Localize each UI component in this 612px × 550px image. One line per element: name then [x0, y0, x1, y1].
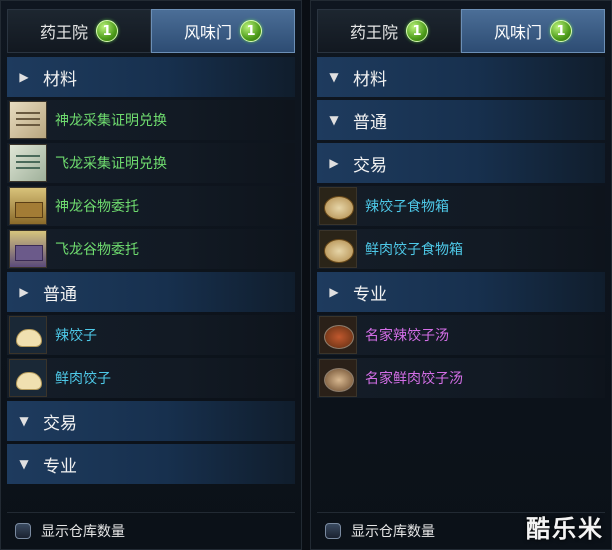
- list-item[interactable]: 鲜肉饺子食物箱: [317, 229, 605, 269]
- category-professional[interactable]: ▼ 专业: [7, 444, 295, 484]
- category-professional[interactable]: ▶ 专业: [317, 272, 605, 312]
- list-item[interactable]: 名家鲜肉饺子汤: [317, 358, 605, 398]
- triangle-right-icon: ▶: [19, 285, 29, 299]
- list-item[interactable]: 辣饺子: [7, 315, 295, 355]
- tab-fengweimen[interactable]: 风味门 1: [461, 9, 605, 53]
- right-recipe-panel: 药王院 1 风味门 1 ▼ 材料 ▼ 普通 ▶ 交易 辣饺子食物箱 鲜肉饺子食物…: [310, 0, 612, 550]
- category-common[interactable]: ▶ 普通: [7, 272, 295, 312]
- category-materials[interactable]: ▼ 材料: [317, 57, 605, 97]
- count-badge: 1: [96, 20, 118, 42]
- checkbox-label: 显示仓库数量: [41, 524, 125, 540]
- category-materials[interactable]: ▶ 材料: [7, 57, 295, 97]
- tab-label: 风味门: [493, 23, 542, 42]
- item-label: 飞龙谷物委托: [55, 242, 139, 258]
- category-trade[interactable]: ▼ 交易: [7, 401, 295, 441]
- triangle-down-icon: ▼: [19, 414, 29, 428]
- item-label: 名家辣饺子汤: [365, 328, 449, 344]
- triangle-down-icon: ▼: [19, 457, 29, 471]
- category-label: 普通: [43, 284, 77, 305]
- count-badge: 1: [240, 20, 262, 42]
- checkbox-label: 显示仓库数量: [351, 524, 435, 540]
- list-item[interactable]: 神龙采集证明兑换: [7, 100, 295, 140]
- list-item[interactable]: 飞龙采集证明兑换: [7, 143, 295, 183]
- left-recipe-panel: 药王院 1 风味门 1 ▶ 材料 神龙采集证明兑换 飞龙采集证明兑换 神龙谷物委…: [0, 0, 302, 550]
- tab-label: 风味门: [183, 23, 232, 42]
- category-label: 交易: [353, 155, 387, 176]
- category-common[interactable]: ▼ 普通: [317, 100, 605, 140]
- tab-label: 药王院: [39, 23, 88, 42]
- count-badge: 1: [550, 20, 572, 42]
- item-label: 鲜肉饺子食物箱: [365, 242, 463, 258]
- item-label: 神龙谷物委托: [55, 199, 139, 215]
- faction-tabs: 药王院 1 风味门 1: [7, 9, 295, 53]
- triangle-down-icon: ▼: [329, 70, 339, 84]
- grain-box-icon: [9, 230, 47, 268]
- list-item[interactable]: 辣饺子食物箱: [317, 186, 605, 226]
- list-item[interactable]: 名家辣饺子汤: [317, 315, 605, 355]
- list-item[interactable]: 飞龙谷物委托: [7, 229, 295, 269]
- tab-yaowangyuan[interactable]: 药王院 1: [7, 9, 151, 53]
- item-label: 名家鲜肉饺子汤: [365, 371, 463, 387]
- faction-tabs: 药王院 1 风味门 1: [317, 9, 605, 53]
- triangle-right-icon: ▶: [329, 156, 339, 170]
- category-label: 材料: [353, 69, 387, 90]
- site-watermark: 酷乐米: [526, 515, 604, 543]
- show-storage-checkbox[interactable]: [15, 523, 31, 539]
- category-trade[interactable]: ▶ 交易: [317, 143, 605, 183]
- grain-box-icon: [9, 187, 47, 225]
- category-label: 专业: [43, 456, 77, 477]
- item-label: 辣饺子食物箱: [365, 199, 449, 215]
- category-label: 交易: [43, 413, 77, 434]
- steamer-icon: [319, 230, 357, 268]
- category-label: 材料: [43, 69, 77, 90]
- category-label: 普通: [353, 112, 387, 133]
- scroll-icon: [9, 101, 47, 139]
- item-label: 神龙采集证明兑换: [55, 113, 167, 129]
- item-label: 鲜肉饺子: [55, 371, 111, 387]
- item-label: 辣饺子: [55, 328, 97, 344]
- triangle-right-icon: ▶: [19, 70, 29, 84]
- footer-bar: 显示仓库数量: [7, 512, 295, 549]
- tab-fengweimen[interactable]: 风味门 1: [151, 9, 295, 53]
- soup-bowl-icon: [319, 316, 357, 354]
- recipe-list: ▶ 材料 神龙采集证明兑换 飞龙采集证明兑换 神龙谷物委托 飞龙谷物委托 ▶ 普…: [7, 57, 295, 487]
- steamer-icon: [319, 187, 357, 225]
- category-label: 专业: [353, 284, 387, 305]
- triangle-down-icon: ▼: [329, 113, 339, 127]
- tab-yaowangyuan[interactable]: 药王院 1: [317, 9, 461, 53]
- count-badge: 1: [406, 20, 428, 42]
- dumpling-icon: [9, 316, 47, 354]
- list-item[interactable]: 神龙谷物委托: [7, 186, 295, 226]
- tab-label: 药王院: [349, 23, 398, 42]
- dumpling-icon: [9, 359, 47, 397]
- item-label: 飞龙采集证明兑换: [55, 156, 167, 172]
- scroll-icon: [9, 144, 47, 182]
- show-storage-checkbox[interactable]: [325, 523, 341, 539]
- list-item[interactable]: 鲜肉饺子: [7, 358, 295, 398]
- soup-bowl-icon: [319, 359, 357, 397]
- triangle-right-icon: ▶: [329, 285, 339, 299]
- recipe-list: ▼ 材料 ▼ 普通 ▶ 交易 辣饺子食物箱 鲜肉饺子食物箱 ▶ 专业 名家辣饺子…: [317, 57, 605, 401]
